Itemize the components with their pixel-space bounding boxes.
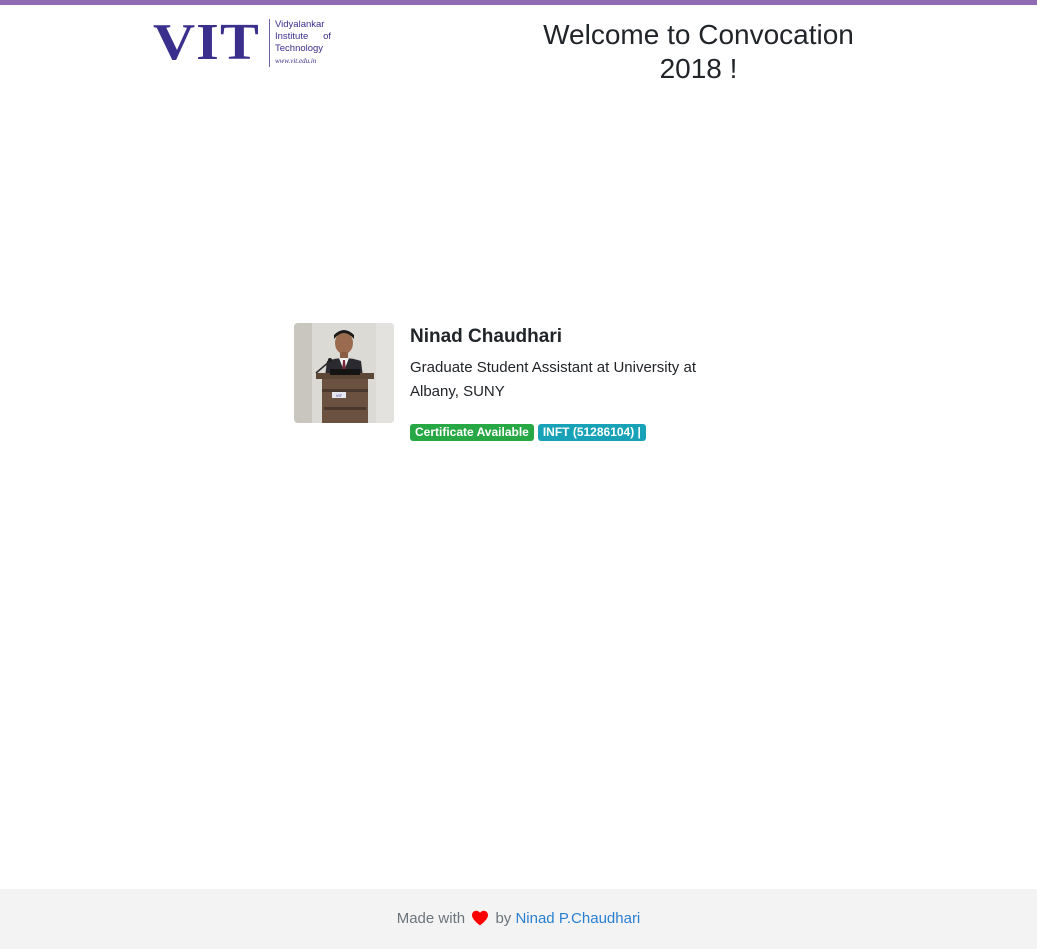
logo-line-1: Vidyalankar bbox=[275, 19, 325, 30]
author-link[interactable]: Ninad P.Chaudhari bbox=[515, 910, 640, 927]
badge-group: Certificate Available INFT (51286104) | bbox=[410, 424, 646, 441]
vit-logo[interactable]: VIT Vidyalankar Institute of Technology … bbox=[153, 14, 331, 71]
graduate-photo-image: VIT bbox=[294, 323, 394, 423]
footer-by: by bbox=[495, 910, 512, 927]
footer-credit: Made with by Ninad P.Chaudhari bbox=[0, 909, 1037, 932]
footer-made-with: Made with bbox=[396, 910, 466, 927]
graduate-role: Graduate Student Assistant at University… bbox=[410, 359, 696, 400]
heart-icon bbox=[471, 910, 489, 932]
logo-line-2: Institute of bbox=[275, 31, 331, 43]
graduate-photo[interactable]: VIT bbox=[294, 323, 394, 423]
certificate-badge[interactable]: Certificate Available bbox=[410, 424, 534, 441]
logo-line-3: Technology bbox=[275, 43, 324, 54]
logo-url: www.vit.edu.in bbox=[275, 57, 317, 65]
logo-mark: VIT bbox=[153, 14, 260, 71]
svg-text:VIT: VIT bbox=[336, 393, 343, 398]
graduate-card: VIT Ninad Chaudhari Graduate Student Ass… bbox=[294, 323, 734, 453]
department-badge: INFT (51286104) | bbox=[537, 424, 646, 441]
graduate-name: Ninad Chaudhari bbox=[410, 326, 563, 347]
page-title-line-2: 2018 ! bbox=[659, 53, 738, 84]
page-title-line-1: Welcome to Convocation bbox=[543, 19, 854, 50]
logo-line-2b: of bbox=[323, 31, 331, 42]
top-accent-bar bbox=[0, 0, 1037, 5]
page-title: Welcome to Convocation 2018 ! bbox=[520, 18, 877, 86]
logo-line-2a: Institute bbox=[275, 31, 309, 42]
logo-divider bbox=[269, 19, 270, 67]
logo-institute-name: Vidyalankar Institute of Technology bbox=[275, 19, 331, 55]
footer: Made with by Ninad P.Chaudhari bbox=[0, 889, 1037, 949]
